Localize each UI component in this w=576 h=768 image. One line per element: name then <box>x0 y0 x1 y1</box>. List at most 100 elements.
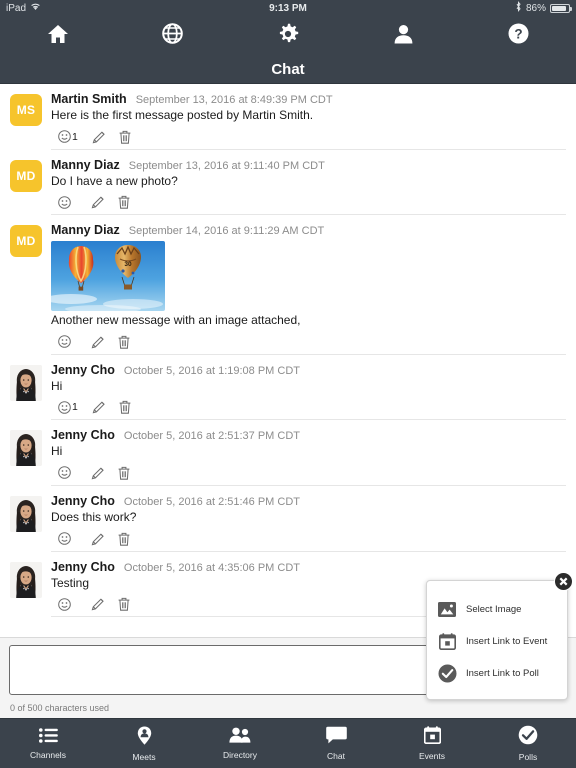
image-icon <box>436 598 458 620</box>
pencil-icon[interactable] <box>85 596 111 612</box>
avatar[interactable]: MD <box>10 223 42 355</box>
tab-events[interactable]: Events <box>384 719 480 768</box>
page-title: Chat <box>0 56 576 84</box>
avatar[interactable] <box>10 560 42 618</box>
message-actions: 1 <box>51 129 566 145</box>
avatar[interactable] <box>10 494 42 552</box>
message-body: Martin Smith September 13, 2016 at 8:49:3… <box>51 92 566 150</box>
tab-polls[interactable]: Polls <box>480 719 576 768</box>
message-body: Jenny Cho October 5, 2016 at 2:51:37 PM C… <box>51 428 566 486</box>
message-author: Manny Diaz <box>51 223 120 238</box>
tab-chat[interactable]: Chat <box>288 719 384 768</box>
reaction-count: 1 <box>72 401 78 414</box>
reaction-count: 1 <box>72 130 78 143</box>
nav-settings-button[interactable] <box>265 19 311 53</box>
popup-item-select-image[interactable]: Select Image <box>427 593 567 625</box>
message-header: Jenny Cho October 5, 2016 at 2:51:37 PM C… <box>51 428 566 442</box>
gear-icon <box>277 23 299 50</box>
pencil-icon[interactable] <box>86 399 112 415</box>
popup-item-insert-link-to-event[interactable]: Insert Link to Event <box>427 625 567 657</box>
smiley-icon[interactable] <box>51 465 77 481</box>
smiley-icon[interactable] <box>51 531 77 547</box>
message-text: Does this work? <box>51 509 137 524</box>
status-bar-left: iPad <box>6 2 41 14</box>
ios-status-bar: iPad 9:13 PM 86% <box>0 0 576 16</box>
calendar-icon <box>423 726 441 749</box>
tab-directory[interactable]: Directory <box>192 719 288 768</box>
message-text: Hi <box>51 444 63 459</box>
message-author: Jenny Cho <box>51 493 115 508</box>
trash-icon[interactable] <box>111 531 137 547</box>
avatar[interactable] <box>10 363 42 421</box>
message-attachment-image[interactable]: 30 <box>51 241 165 312</box>
battery-icon <box>550 3 572 13</box>
close-icon[interactable] <box>554 572 573 591</box>
message-body: Jenny Cho October 5, 2016 at 2:51:46 PM C… <box>51 494 566 552</box>
trash-icon[interactable] <box>111 596 137 612</box>
message-header: Martin Smith September 13, 2016 at 8:49:3… <box>51 92 566 106</box>
tab-label: Channels <box>30 749 66 760</box>
trash-icon[interactable] <box>112 399 138 415</box>
message-item: Jenny Cho October 5, 2016 at 2:51:37 PM C… <box>0 420 576 486</box>
popup-item-insert-link-to-poll[interactable]: Insert Link to Poll <box>427 657 567 689</box>
message-author: Jenny Cho <box>51 559 115 574</box>
person-icon <box>394 24 413 49</box>
attachment-popup-menu: Select Image Insert Link to Event Insert… <box>426 572 573 700</box>
people-icon <box>229 727 251 748</box>
tab-meets[interactable]: Meets <box>96 719 192 768</box>
message-actions: 1 <box>51 399 566 415</box>
pencil-icon[interactable] <box>85 531 111 547</box>
avatar[interactable]: MD <box>10 158 42 216</box>
chat-bubble-icon <box>325 726 347 749</box>
message-actions <box>51 531 566 547</box>
avatar-photo <box>10 364 42 401</box>
message-body: Jenny Cho October 5, 2016 at 1:19:08 PM C… <box>51 363 566 421</box>
message-header: Jenny Cho October 5, 2016 at 2:51:46 PM C… <box>51 494 566 508</box>
avatar-initials: MD <box>10 159 42 192</box>
popup-label: Select Image <box>466 603 522 615</box>
pencil-icon[interactable] <box>85 334 111 350</box>
tab-channels[interactable]: Channels <box>0 719 96 768</box>
message-item: MD Manny Diaz September 14, 2016 at 9:11:2… <box>0 215 576 355</box>
avatar[interactable] <box>10 428 42 486</box>
check-circle-icon <box>518 725 538 750</box>
message-author: Jenny Cho <box>51 362 115 377</box>
popup-label: Insert Link to Poll <box>466 667 539 679</box>
message-author: Jenny Cho <box>51 428 115 443</box>
message-item: MD Manny Diaz September 13, 2016 at 9:11:4… <box>0 150 576 216</box>
message-timestamp: September 13, 2016 at 9:11:40 PM CDT <box>128 159 325 172</box>
message-timestamp: September 13, 2016 at 8:49:39 PM CDT <box>135 94 333 106</box>
pencil-icon[interactable] <box>85 465 111 481</box>
smiley-icon[interactable] <box>51 596 77 612</box>
character-count-label: 0 of 500 characters used <box>10 703 110 713</box>
avatar-photo <box>10 430 42 467</box>
home-icon <box>47 24 69 49</box>
trash-icon[interactable] <box>111 465 137 481</box>
smiley-icon[interactable] <box>51 194 77 210</box>
battery-percent: 86% <box>525 2 546 14</box>
bluetooth-icon <box>515 1 522 15</box>
nav-help-button[interactable]: ? <box>495 19 541 53</box>
nav-profile-button[interactable] <box>380 19 426 53</box>
bottom-tab-bar: Channels Meets Directory Chat Events Polls <box>0 718 576 768</box>
top-navigation-bar: ? <box>0 16 576 56</box>
message-actions <box>51 194 566 210</box>
trash-icon[interactable] <box>112 129 138 145</box>
trash-icon[interactable] <box>111 334 137 350</box>
nav-globe-button[interactable] <box>150 19 196 53</box>
message-actions <box>51 334 566 350</box>
svg-text:?: ? <box>514 26 522 41</box>
nav-home-button[interactable] <box>35 19 81 53</box>
avatar-photo <box>10 561 42 598</box>
pencil-icon[interactable] <box>85 194 111 210</box>
avatar-photo <box>10 495 42 532</box>
message-header: Jenny Cho October 5, 2016 at 4:35:06 PM C… <box>51 560 566 574</box>
message-list[interactable]: MS Martin Smith September 13, 2016 at 8:49… <box>0 84 576 637</box>
trash-icon[interactable] <box>111 194 137 210</box>
message-header: Jenny Cho October 5, 2016 at 1:19:08 PM C… <box>51 363 566 377</box>
svg-text:30: 30 <box>124 261 132 268</box>
message-item: Jenny Cho October 5, 2016 at 2:51:46 PM C… <box>0 486 576 552</box>
smiley-icon[interactable] <box>51 334 77 350</box>
avatar[interactable]: MS <box>10 92 42 150</box>
pencil-icon[interactable] <box>86 129 112 145</box>
